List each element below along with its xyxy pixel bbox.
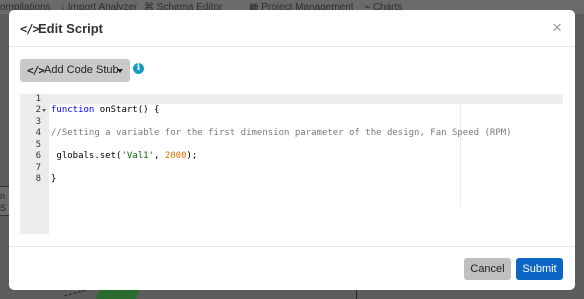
active-line-highlight: [49, 94, 563, 104]
line-number: 5: [35, 140, 41, 150]
code-icon: </>: [20, 22, 40, 36]
line-number: 3: [35, 117, 41, 127]
modal-footer-divider: [9, 246, 575, 247]
keyword-token: function: [51, 105, 95, 115]
code-icon: </>: [27, 64, 45, 77]
line-number: 4: [35, 128, 41, 138]
line-number: 6: [35, 151, 41, 161]
add-code-stub-label: Add Code Stub: [44, 64, 119, 76]
code-token: );: [186, 151, 198, 161]
editor-gutter: 1 2 3 4 5 6 7 8: [20, 94, 49, 234]
close-button[interactable]: ×: [552, 19, 562, 36]
line-number: 1: [35, 94, 41, 104]
edit-script-modal: </> Edit Script × </> Add Code Stub i 1 …: [9, 10, 575, 290]
code-line-8: }: [51, 174, 57, 184]
code-editor[interactable]: 1 2 3 4 5 6 7 8 function onStart() { //S…: [20, 94, 563, 234]
print-margin: [460, 94, 461, 207]
line-number: 7: [35, 163, 41, 173]
code-line-4: //Setting a variable for the first dimen…: [51, 128, 512, 138]
info-icon[interactable]: i: [133, 63, 144, 74]
cancel-button[interactable]: Cancel: [464, 258, 511, 280]
line-number: 8: [35, 174, 41, 184]
code-token: ,: [153, 151, 165, 161]
code-line-2: function onStart() {: [51, 105, 159, 115]
line-number: 2: [35, 105, 41, 115]
string-token: 'Val1': [121, 151, 154, 161]
code-token: onStart() {: [94, 105, 160, 115]
modal-title: Edit Script: [38, 21, 104, 36]
caret-down-icon: [117, 69, 123, 73]
submit-button[interactable]: Submit: [516, 258, 563, 280]
code-line-6: globals.set('Val1', 2000);: [51, 151, 197, 161]
modal-header: </> Edit Script ×: [9, 10, 575, 47]
add-code-stub-button[interactable]: </> Add Code Stub: [20, 59, 130, 82]
fold-toggle-icon[interactable]: [42, 109, 46, 112]
number-token: 2000: [164, 151, 187, 161]
code-token: globals.set(: [51, 151, 122, 161]
